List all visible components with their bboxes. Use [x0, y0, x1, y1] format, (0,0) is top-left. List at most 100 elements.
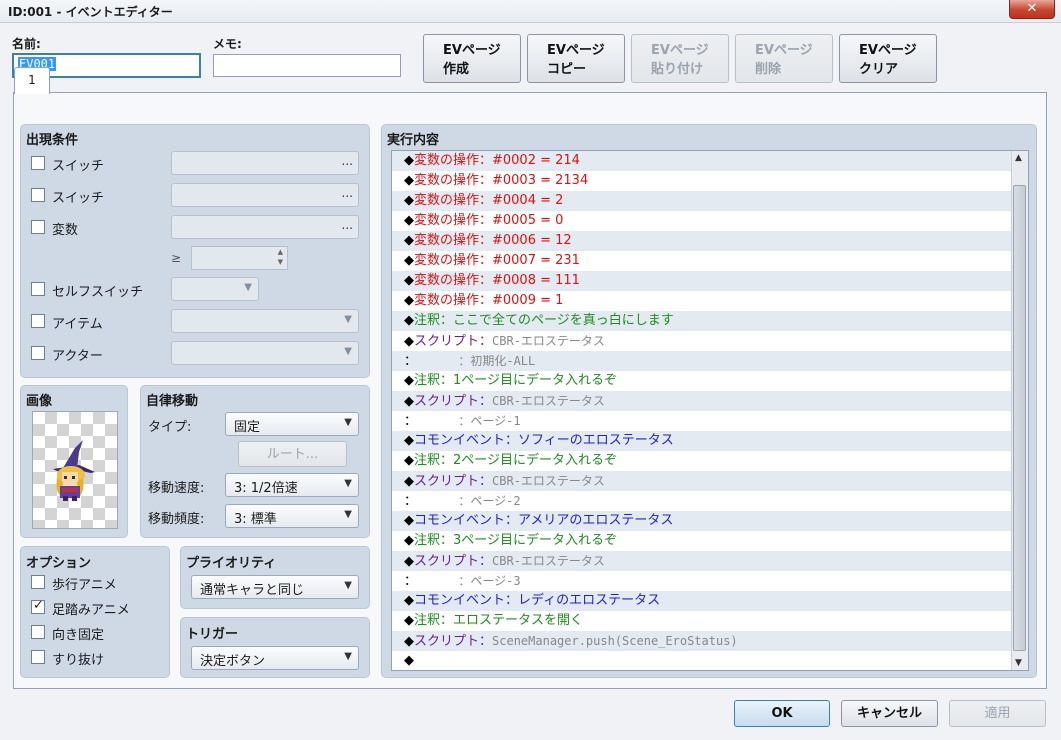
- clear-page-button[interactable]: EVページ クリア: [839, 34, 937, 83]
- row-marker: ◆: [404, 593, 414, 608]
- list-item[interactable]: ： ：ページ-1: [392, 411, 1028, 431]
- row-marker: ◆: [404, 193, 414, 208]
- list-item[interactable]: ◆スクリプト：CBR-エロステータス: [392, 391, 1028, 411]
- list-item[interactable]: ： ：初期化-ALL: [392, 351, 1028, 371]
- list-item[interactable]: ◆変数の操作：#0008 = 111: [392, 271, 1028, 291]
- row-text: 変数の操作：#0009 = 1: [414, 293, 564, 308]
- character-image[interactable]: [32, 411, 118, 529]
- item-checkbox[interactable]: [31, 314, 45, 328]
- list-item[interactable]: ◆変数の操作：#0003 = 2134: [392, 171, 1028, 191]
- list-item[interactable]: ： ：ページ-3: [392, 571, 1028, 591]
- list-item[interactable]: ◆スクリプト：CBR-エロステータス: [392, 551, 1028, 571]
- copy-page-line2: コピー: [547, 62, 587, 77]
- row-argument: ：ページ-3: [458, 574, 521, 588]
- list-item[interactable]: ◆注釈：ここで全てのページを真っ白にします: [392, 311, 1028, 331]
- create-page-line2: 作成: [443, 62, 470, 77]
- scroll-down-icon[interactable]: ▼: [1015, 658, 1022, 668]
- list-item[interactable]: ◆変数の操作：#0009 = 1: [392, 291, 1028, 311]
- list-item[interactable]: ◆変数の操作：#0007 = 231: [392, 251, 1028, 271]
- type-select[interactable]: 固定 ▼: [225, 412, 359, 436]
- variable-value-spinner: ▲ ▼: [191, 246, 288, 270]
- list-item[interactable]: ◆注釈：1ページ目にデータ入れるぞ: [392, 371, 1028, 391]
- row-marker: ◆: [404, 253, 414, 268]
- list-item[interactable]: ◆注釈：3ページ目にデータ入れるぞ: [392, 531, 1028, 551]
- route-button[interactable]: ルート...: [238, 441, 347, 467]
- switch2-dots: ...: [341, 186, 353, 200]
- list-item[interactable]: ◆コモンイベント：レディのエロステータス: [392, 591, 1028, 611]
- row-text: スクリプト：: [414, 474, 493, 489]
- vertical-scrollbar[interactable]: ▲ ▼: [1011, 151, 1028, 670]
- row-text: [417, 414, 458, 429]
- item-select: ▼: [171, 309, 359, 333]
- list-item[interactable]: ◆コモンイベント：アメリアのエロステータス: [392, 511, 1028, 531]
- stepping-anime-checkbox[interactable]: [31, 598, 45, 614]
- row-argument: ：ページ-2: [458, 494, 521, 508]
- list-item[interactable]: ◆変数の操作：#0006 = 12: [392, 231, 1028, 251]
- priority-select[interactable]: 通常キャラと同じ ▼: [191, 575, 359, 599]
- row-text: 変数の操作：#0003 = 2134: [414, 173, 589, 188]
- list-item[interactable]: ◆スクリプト：CBR-エロステータス: [392, 471, 1028, 491]
- command-list[interactable]: ◆変数の操作：#0002 = 214 ◆変数の操作：#0003 = 2134 ◆変数…: [391, 150, 1029, 671]
- list-item[interactable]: ◆変数の操作：#0002 = 214: [392, 151, 1028, 171]
- spin-up-icon: ▲: [277, 248, 283, 256]
- create-page-button[interactable]: EVページ 作成: [423, 34, 521, 83]
- row-text: [417, 574, 458, 589]
- row-text: 注釈：3ページ目にデータ入れるぞ: [414, 533, 618, 548]
- row-text: 注釈：1ページ目にデータ入れるぞ: [414, 373, 618, 388]
- switch1-checkbox[interactable]: [31, 156, 45, 170]
- row-marker: ◆: [404, 513, 414, 528]
- copy-page-button[interactable]: EVページ コピー: [527, 34, 625, 83]
- through-checkbox[interactable]: [31, 650, 45, 664]
- actor-checkbox[interactable]: [31, 346, 45, 360]
- list-item[interactable]: ◆スクリプト：SceneManager.push(Scene_EroStatus…: [392, 631, 1028, 651]
- scroll-thumb[interactable]: [1013, 185, 1026, 651]
- chevron-down-icon: ▼: [344, 314, 352, 325]
- row-text: スクリプト：: [414, 634, 493, 649]
- tab-page-1[interactable]: 1: [14, 67, 50, 94]
- list-item[interactable]: ◆: [392, 651, 1028, 670]
- delete-page-button[interactable]: EVページ 削除: [735, 34, 833, 83]
- list-item[interactable]: ◆コモンイベント：ソフィーのエロステータス: [392, 431, 1028, 451]
- variable-select: ...: [171, 215, 359, 239]
- paste-page-line1: EVページ: [651, 43, 709, 58]
- switch1-dots: ...: [341, 154, 353, 168]
- close-button[interactable]: ✕: [1009, 0, 1055, 19]
- chevron-down-icon: ▼: [344, 651, 352, 662]
- row-marker: ◆: [404, 213, 414, 228]
- walking-anime-label: 歩行アニメ: [52, 578, 117, 593]
- scroll-up-icon[interactable]: ▲: [1015, 153, 1022, 163]
- row-text: スクリプト：: [414, 394, 493, 409]
- self-switch-label: セルフスイッチ: [52, 285, 144, 300]
- spin-down-icon: ▼: [277, 258, 283, 266]
- walking-anime-checkbox[interactable]: [31, 575, 45, 589]
- speed-select[interactable]: 3: 1/2倍速 ▼: [225, 473, 359, 497]
- list-item[interactable]: ◆注釈：エロステータスを開く: [392, 611, 1028, 631]
- switch1-select: ...: [171, 151, 359, 175]
- memo-input[interactable]: [213, 54, 401, 77]
- row-marker: ◆: [404, 233, 414, 248]
- chevron-down-icon: ▼: [344, 478, 352, 489]
- list-item[interactable]: ◆スクリプト：CBR-エロステータス: [392, 331, 1028, 351]
- witch-sprite-icon: [53, 440, 95, 501]
- cancel-button[interactable]: キャンセル: [841, 700, 938, 727]
- list-item[interactable]: ◆変数の操作：#0004 = 2: [392, 191, 1028, 211]
- window-title: ID:001 - イベントエディター: [8, 5, 173, 19]
- switch1-label: スイッチ: [52, 159, 105, 174]
- list-item[interactable]: ◆注釈：2ページ目にデータ入れるぞ: [392, 451, 1028, 471]
- apply-button[interactable]: 適用: [949, 700, 1046, 727]
- self-switch-checkbox[interactable]: [31, 282, 45, 296]
- clear-page-line1: EVページ: [859, 43, 917, 58]
- variable-checkbox[interactable]: [31, 220, 45, 234]
- speed-label: 移動速度:: [148, 481, 205, 496]
- row-marker: ◆: [404, 474, 414, 489]
- list-item[interactable]: ： ：ページ-2: [392, 491, 1028, 511]
- switch2-checkbox[interactable]: [31, 188, 45, 202]
- row-marker: ◆: [404, 634, 414, 649]
- frequency-select[interactable]: 3: 標準 ▼: [225, 504, 359, 528]
- direction-fix-checkbox[interactable]: [31, 625, 45, 639]
- ok-button[interactable]: OK: [734, 700, 830, 727]
- row-marker: ：: [404, 494, 418, 509]
- trigger-select[interactable]: 決定ボタン ▼: [191, 646, 359, 670]
- paste-page-button[interactable]: EVページ 貼り付け: [631, 34, 729, 83]
- list-item[interactable]: ◆変数の操作：#0005 = 0: [392, 211, 1028, 231]
